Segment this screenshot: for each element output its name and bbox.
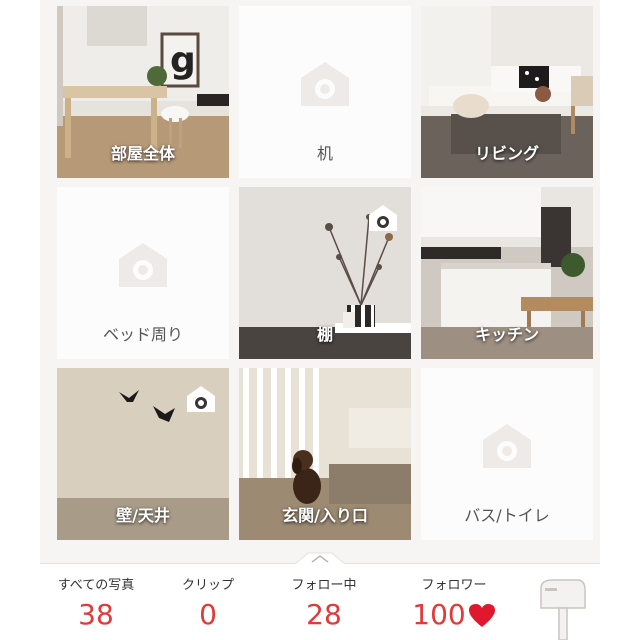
profile-stats-bar: すべての写真 38 クリップ 0 フォロー中 28 フォロワー 100	[40, 564, 600, 640]
tile-label: 部屋全体	[110, 144, 175, 163]
camera-badge-icon[interactable]	[185, 384, 217, 414]
camera-house-icon	[119, 243, 167, 287]
heart-icon	[468, 604, 495, 627]
tile-bath-toilet[interactable]: バス/トイレ	[421, 368, 593, 540]
svg-text:g: g	[170, 40, 196, 81]
stat-following[interactable]: フォロー中 28	[278, 574, 370, 631]
stat-label: クリップ	[181, 578, 234, 593]
tile-label: キッチン	[474, 325, 539, 344]
tile-label: 壁/天井	[116, 506, 170, 525]
stat-label: フォロー中	[291, 578, 357, 593]
tile-shelf[interactable]: 棚	[239, 187, 411, 359]
stat-label: フォロワー	[421, 578, 487, 593]
tile-label: バス/トイレ	[464, 506, 550, 525]
stat-value-row: 100	[392, 599, 516, 631]
stat-value: 100	[412, 598, 466, 631]
stat-followers[interactable]: フォロワー 100	[392, 574, 516, 631]
tile-living[interactable]: リビング	[421, 6, 593, 178]
tile-label: ベッド周り	[102, 325, 183, 344]
stat-value: 28	[306, 598, 342, 631]
tile-entrance[interactable]: 玄関/入り口	[239, 368, 411, 540]
tile-label: リビング	[474, 144, 539, 163]
tile-label: 玄関/入り口	[282, 506, 368, 525]
camera-house-icon	[483, 424, 531, 468]
mailbox-icon[interactable]	[537, 578, 587, 640]
stat-value: 0	[199, 598, 217, 631]
stat-label: すべての写真	[57, 578, 135, 593]
tile-label: 棚	[316, 325, 333, 344]
chevron-up-icon[interactable]	[294, 551, 346, 565]
tile-wall-ceiling[interactable]: 壁/天井	[57, 368, 229, 540]
tile-desk[interactable]: 机	[239, 6, 411, 178]
camera-house-icon	[301, 62, 349, 106]
stat-all-photos[interactable]: すべての写真 38	[50, 574, 142, 631]
room-grid-panel: g 部屋全体 机 リビング ベッド周り 棚 キッチン 壁/天井 玄関/入り口 バ…	[40, 0, 600, 640]
tile-kitchen[interactable]: キッチン	[421, 187, 593, 359]
stat-clips[interactable]: クリップ 0	[164, 574, 252, 631]
tile-bed-area[interactable]: ベッド周り	[57, 187, 229, 359]
stat-value: 38	[78, 598, 114, 631]
camera-badge-icon[interactable]	[367, 203, 399, 233]
tile-label: 机	[316, 144, 333, 163]
tile-room-overall[interactable]: g 部屋全体	[57, 6, 229, 178]
